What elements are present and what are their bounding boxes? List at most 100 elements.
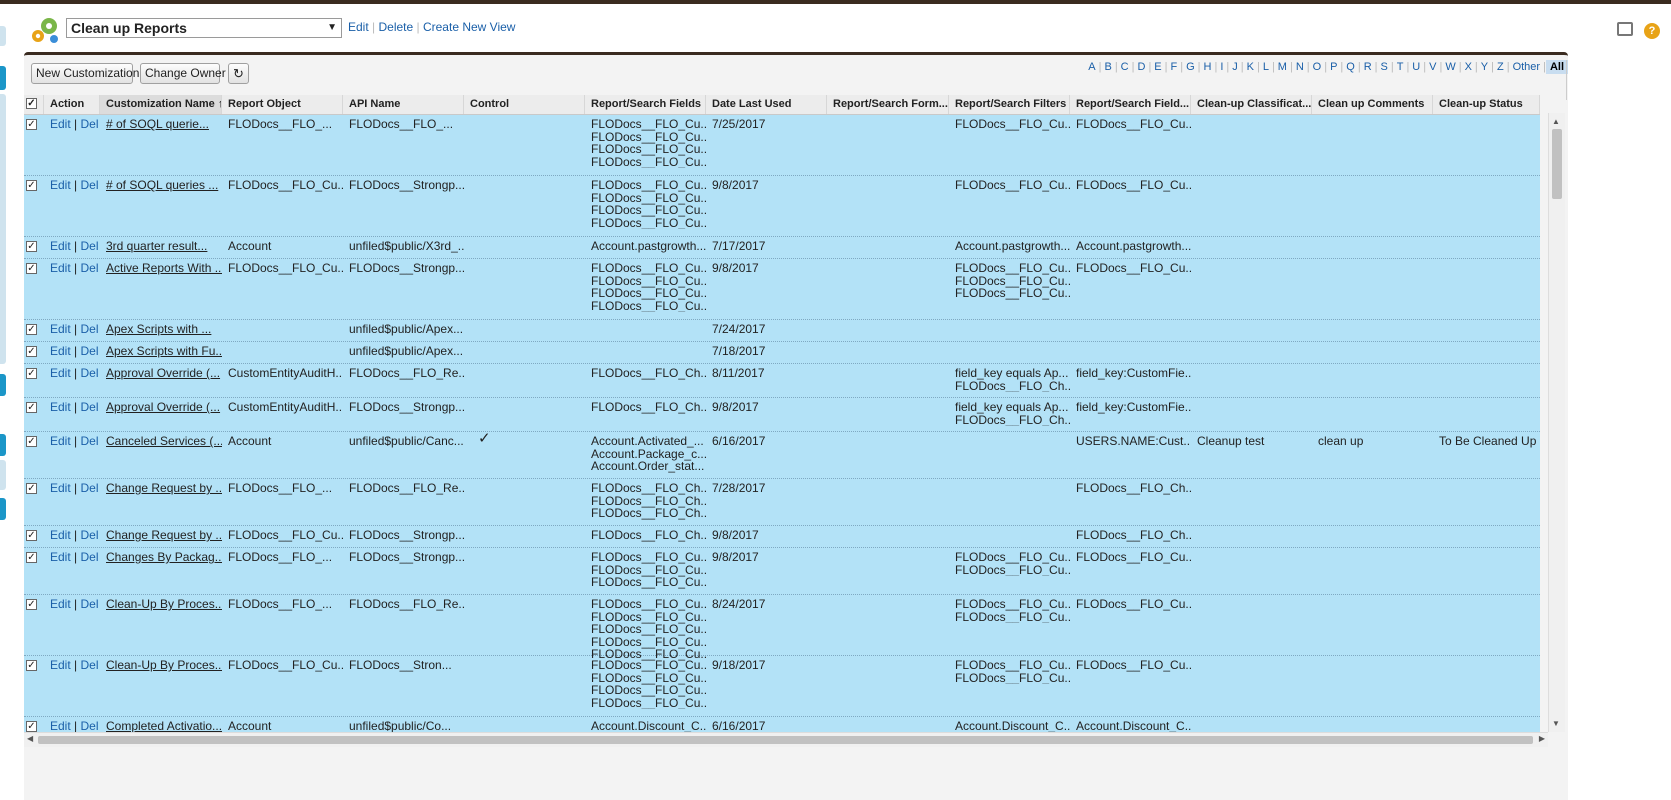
alpha-filter-d[interactable]: D bbox=[1137, 61, 1145, 73]
del-link[interactable]: Del bbox=[80, 118, 98, 131]
cell-name[interactable]: Clean-Up By Proces... bbox=[100, 659, 222, 672]
edit-link[interactable]: Edit bbox=[50, 482, 71, 495]
cell-name[interactable]: Change Request by ... bbox=[100, 529, 222, 542]
del-link[interactable]: Del bbox=[80, 345, 98, 358]
cell-name[interactable]: Changes By Packag... bbox=[100, 551, 222, 564]
scroll-up-icon[interactable]: ▲ bbox=[1552, 117, 1560, 126]
cell-name[interactable]: Change Request by ... bbox=[100, 482, 222, 495]
header-api-name[interactable]: API Name bbox=[343, 95, 464, 114]
alpha-filter-k[interactable]: K bbox=[1247, 61, 1254, 73]
cell-name[interactable]: 3rd quarter result... bbox=[100, 240, 222, 253]
rail-tab[interactable] bbox=[0, 374, 6, 396]
cell-name[interactable]: Active Reports With ... bbox=[100, 262, 222, 275]
row-checkbox[interactable]: ✓ bbox=[26, 241, 37, 252]
del-link[interactable]: Del bbox=[80, 179, 98, 192]
rail-tab[interactable] bbox=[0, 498, 6, 520]
row-checkbox[interactable]: ✓ bbox=[26, 263, 37, 274]
rail-tab[interactable] bbox=[0, 26, 6, 46]
rail-tab[interactable] bbox=[0, 66, 6, 90]
del-link[interactable]: Del bbox=[80, 659, 98, 672]
edit-link[interactable]: Edit bbox=[50, 262, 71, 275]
alpha-filter-all[interactable]: All bbox=[1545, 60, 1568, 74]
alpha-filter-b[interactable]: B bbox=[1104, 61, 1111, 73]
alpha-filter-h[interactable]: H bbox=[1204, 61, 1212, 73]
help-icon[interactable]: ? bbox=[1644, 23, 1660, 39]
header-cleanup-classification[interactable]: Clean-up Classificat... bbox=[1191, 95, 1312, 114]
alpha-filter-x[interactable]: X bbox=[1465, 61, 1472, 73]
edit-link[interactable]: Edit bbox=[50, 659, 71, 672]
scroll-right-icon[interactable]: ▶ bbox=[1539, 734, 1545, 743]
edit-link[interactable]: Edit bbox=[50, 401, 71, 414]
alpha-filter-o[interactable]: O bbox=[1313, 61, 1322, 73]
delete-view-link[interactable]: Delete bbox=[378, 20, 413, 34]
new-customization-button[interactable]: New Customization bbox=[31, 63, 139, 84]
alpha-filter-other[interactable]: Other bbox=[1513, 61, 1541, 73]
view-select[interactable]: Clean up Reports ▼ bbox=[66, 18, 342, 38]
alpha-filter-s[interactable]: S bbox=[1381, 61, 1388, 73]
cell-name[interactable]: Clean-Up By Proces... bbox=[100, 598, 222, 611]
cell-name[interactable]: Approval Override (... bbox=[100, 401, 222, 414]
alpha-filter-a[interactable]: A bbox=[1088, 61, 1095, 73]
alpha-filter-y[interactable]: Y bbox=[1481, 61, 1488, 73]
cell-name[interactable]: Canceled Services (... bbox=[100, 435, 222, 448]
alpha-filter-n[interactable]: N bbox=[1296, 61, 1304, 73]
row-checkbox[interactable]: ✓ bbox=[26, 368, 37, 379]
scroll-left-icon[interactable]: ◀ bbox=[27, 734, 33, 743]
del-link[interactable]: Del bbox=[80, 367, 98, 380]
create-view-link[interactable]: Create New View bbox=[423, 20, 515, 34]
cell-name[interactable]: # of SOQL querie... bbox=[100, 118, 222, 131]
horizontal-scroll-thumb[interactable] bbox=[38, 736, 1533, 744]
edit-link[interactable]: Edit bbox=[50, 598, 71, 611]
alpha-filter-v[interactable]: V bbox=[1429, 61, 1436, 73]
del-link[interactable]: Del bbox=[80, 401, 98, 414]
row-checkbox[interactable]: ✓ bbox=[26, 552, 37, 563]
alpha-filter-g[interactable]: G bbox=[1186, 61, 1195, 73]
alpha-filter-q[interactable]: Q bbox=[1346, 61, 1355, 73]
header-report-object[interactable]: Report Object bbox=[222, 95, 343, 114]
row-checkbox[interactable]: ✓ bbox=[26, 599, 37, 610]
header-date-last-used[interactable]: Date Last Used bbox=[706, 95, 827, 114]
header-cleanup-status[interactable]: Clean-up Status bbox=[1433, 95, 1540, 114]
cell-name[interactable]: Approval Override (... bbox=[100, 367, 222, 380]
alpha-filter-f[interactable]: F bbox=[1171, 61, 1178, 73]
row-checkbox[interactable]: ✓ bbox=[26, 402, 37, 413]
edit-link[interactable]: Edit bbox=[50, 529, 71, 542]
del-link[interactable]: Del bbox=[80, 551, 98, 564]
header-report-search-formula[interactable]: Report/Search Form... bbox=[827, 95, 949, 114]
row-checkbox[interactable]: ✓ bbox=[26, 660, 37, 671]
edit-link[interactable]: Edit bbox=[50, 435, 71, 448]
alpha-filter-i[interactable]: I bbox=[1220, 61, 1223, 73]
alpha-filter-z[interactable]: Z bbox=[1497, 61, 1504, 73]
print-icon[interactable] bbox=[1616, 22, 1633, 36]
vertical-scroll-thumb[interactable] bbox=[1552, 129, 1562, 199]
cell-name[interactable]: Apex Scripts with ... bbox=[100, 323, 222, 336]
header-report-search-fields[interactable]: Report/Search Fields bbox=[585, 95, 706, 114]
row-checkbox[interactable]: ✓ bbox=[26, 324, 37, 335]
del-link[interactable]: Del bbox=[80, 240, 98, 253]
change-owner-button[interactable]: Change Owner bbox=[140, 63, 226, 84]
alpha-filter-m[interactable]: M bbox=[1278, 61, 1287, 73]
cell-name[interactable]: Completed Activatio... bbox=[100, 720, 222, 733]
refresh-icon[interactable]: ↻ bbox=[228, 63, 249, 84]
header-customization-name[interactable]: Customization Name ↑ bbox=[100, 95, 222, 114]
del-link[interactable]: Del bbox=[80, 720, 98, 733]
row-checkbox[interactable]: ✓ bbox=[26, 721, 37, 732]
edit-link[interactable]: Edit bbox=[50, 323, 71, 336]
cell-name[interactable]: Apex Scripts with Fu... bbox=[100, 345, 222, 358]
vertical-scrollbar[interactable]: ▲ ▼ bbox=[1548, 113, 1565, 732]
alpha-filter-t[interactable]: T bbox=[1397, 61, 1404, 73]
row-checkbox[interactable]: ✓ bbox=[26, 530, 37, 541]
row-checkbox[interactable]: ✓ bbox=[26, 483, 37, 494]
header-report-search-filters[interactable]: Report/Search Filters bbox=[949, 95, 1070, 114]
del-link[interactable]: Del bbox=[80, 262, 98, 275]
alpha-filter-p[interactable]: P bbox=[1330, 61, 1337, 73]
row-checkbox[interactable]: ✓ bbox=[26, 180, 37, 191]
alpha-filter-u[interactable]: U bbox=[1412, 61, 1420, 73]
alpha-filter-l[interactable]: L bbox=[1263, 61, 1269, 73]
edit-link[interactable]: Edit bbox=[50, 551, 71, 564]
alpha-filter-j[interactable]: J bbox=[1232, 61, 1238, 73]
alpha-filter-c[interactable]: C bbox=[1121, 61, 1129, 73]
edit-link[interactable]: Edit bbox=[50, 720, 71, 733]
alpha-filter-w[interactable]: W bbox=[1445, 61, 1455, 73]
scroll-down-icon[interactable]: ▼ bbox=[1552, 719, 1560, 728]
